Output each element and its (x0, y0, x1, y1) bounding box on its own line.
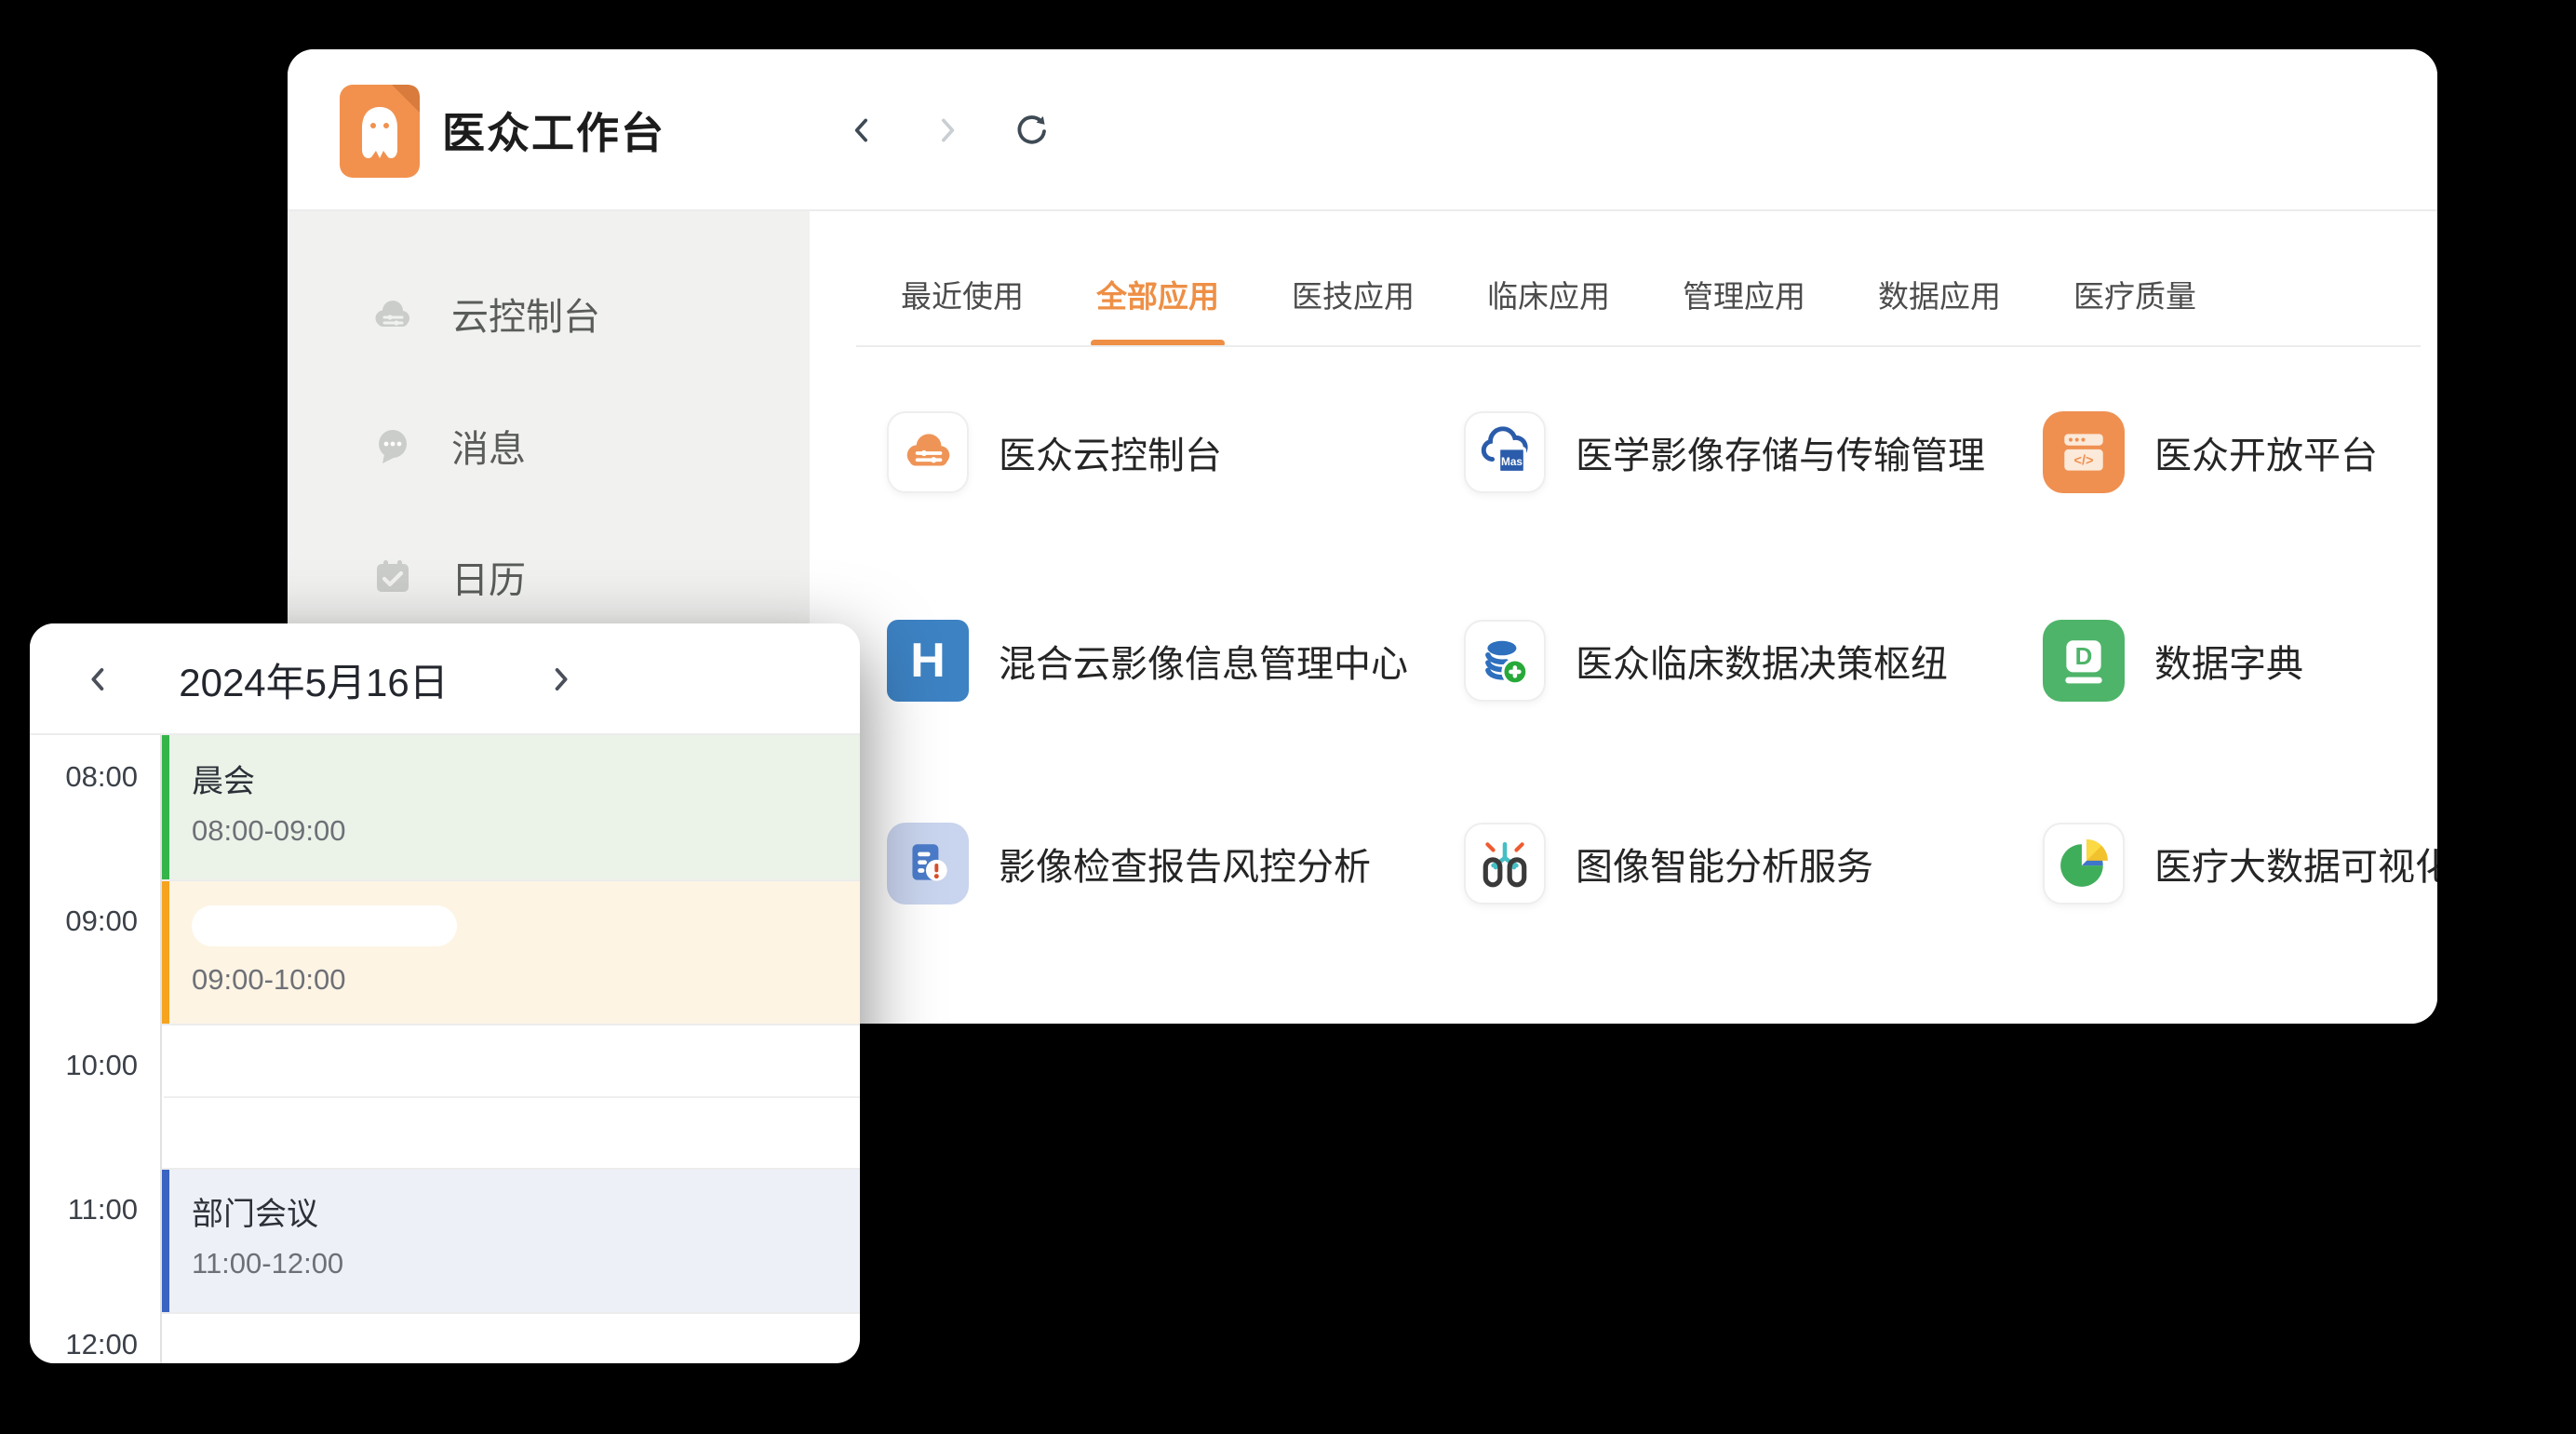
chevron-right-icon (931, 114, 962, 146)
app-category-tabs: 最近使用 全部应用 医技应用 临床应用 管理应用 数据应用 医疗质量 (901, 254, 2419, 334)
calendar-next-button[interactable] (540, 659, 581, 700)
event-title-redacted-pill (192, 905, 457, 946)
app-name: 影像检查报告风控分析 (999, 837, 1371, 891)
tab-clinical-apps[interactable]: 临床应用 (1487, 272, 1610, 316)
app-open-platform[interactable]: </> 医众开放平台 (2043, 411, 2378, 493)
report-alert-icon (901, 837, 955, 891)
app-name: 图像智能分析服务 (1576, 837, 1873, 891)
sidebar-item-label: 云控制台 (451, 287, 600, 341)
forward-button[interactable] (926, 110, 967, 151)
sidebar-item-calendar[interactable]: 日历 (369, 549, 526, 605)
time-label: 09:00 (35, 905, 138, 938)
dictionary-book-icon: D (2057, 634, 2111, 688)
calendar-header: 2024年5月16日 (30, 623, 860, 735)
app-name: 医疗大数据可视化 (2154, 837, 2437, 891)
event-title: 部门会议 (192, 1188, 860, 1234)
app-image-ai-analysis[interactable]: 图像智能分析服务 (1464, 823, 1873, 905)
chevron-right-icon (543, 663, 577, 696)
app-cloud-console[interactable]: 医众云控制台 (887, 411, 1222, 493)
event-time: 08:00-09:00 (192, 814, 860, 848)
event-color-bar (162, 735, 169, 879)
app-name: 医众云控制台 (999, 425, 1222, 479)
code-window-icon: </> (2057, 425, 2111, 479)
sidebar-item-label: 日历 (451, 550, 526, 604)
event-title: 晨会 (192, 756, 860, 801)
refresh-button[interactable] (1010, 110, 1051, 151)
calendar-date-title: 2024年5月16日 (160, 623, 467, 735)
app-pacs[interactable]: Mas 医学影像存储与传输管理 (1464, 411, 1985, 493)
tab-recent[interactable]: 最近使用 (901, 272, 1024, 316)
svg-text:D: D (2075, 644, 2093, 670)
calendar-event-department-meeting[interactable]: 部门会议 11:00-12:00 (162, 1168, 860, 1312)
orange-cloud-sliders-icon (901, 425, 955, 479)
app-name: 数据字典 (2154, 634, 2303, 688)
back-button[interactable] (842, 110, 883, 151)
tab-quality[interactable]: 医疗质量 (2073, 272, 2196, 316)
window-title: 医众工作台 (442, 49, 665, 211)
calendar-event-redacted[interactable]: 09:00-10:00 (162, 879, 860, 1024)
screenshot-stage: 医众工作台 (0, 0, 2576, 1434)
time-label: 11:00 (35, 1193, 138, 1226)
browser-nav (842, 49, 1051, 211)
event-color-bar (162, 879, 169, 1024)
calendar-day-grid: 晨会 08:00-09:00 09:00-10:00 部门会议 11:00-12… (30, 735, 860, 1363)
pie-chart-icon (2057, 837, 2111, 891)
time-label: 12:00 (35, 1328, 138, 1361)
app-name: 医众临床数据决策枢纽 (1576, 634, 1948, 688)
time-label: 10:00 (35, 1049, 138, 1082)
svg-text:</>: </> (2074, 453, 2094, 468)
app-name: 混合云影像信息管理中心 (999, 634, 1408, 688)
svg-text:Mas: Mas (1501, 456, 1523, 468)
letter-h-icon: H (887, 620, 969, 702)
half-hour-gridline (164, 1096, 860, 1098)
app-name: 医学影像存储与传输管理 (1576, 425, 1985, 479)
refresh-icon (1012, 112, 1049, 149)
chevron-left-icon (847, 114, 879, 146)
calendar-check-icon (369, 556, 416, 598)
tabs-divider (856, 345, 2421, 347)
event-time: 11:00-12:00 (192, 1247, 860, 1280)
app-name: 医众开放平台 (2154, 425, 2378, 479)
message-bubble-icon (369, 424, 416, 467)
calendar-popup: 2024年5月16日 晨会 08:00-09:00 09:00-10:00 (30, 623, 860, 1363)
blue-cloud-mas-icon: Mas (1477, 424, 1533, 480)
app-data-dictionary[interactable]: D 数据字典 (2043, 620, 2303, 702)
app-logo-icon (340, 85, 420, 178)
event-time: 09:00-10:00 (192, 963, 860, 997)
database-plus-icon (1478, 634, 1532, 688)
app-clinical-data-hub[interactable]: 医众临床数据决策枢纽 (1464, 620, 1948, 702)
tab-all-apps[interactable]: 全部应用 (1096, 272, 1219, 316)
content-area: 最近使用 全部应用 医技应用 临床应用 管理应用 数据应用 医疗质量 (810, 211, 2437, 1024)
app-hybrid-cloud-imaging[interactable]: H 混合云影像信息管理中心 (887, 620, 1408, 702)
tab-medtech-apps[interactable]: 医技应用 (1292, 272, 1415, 316)
calendar-event-morning-meeting[interactable]: 晨会 08:00-09:00 (162, 735, 860, 879)
sidebar-item-messages[interactable]: 消息 (369, 418, 526, 474)
calendar-prev-button[interactable] (78, 659, 119, 700)
lungs-icon (1478, 837, 1532, 891)
time-gutter: 08:00 09:00 10:00 11:00 12:00 (30, 735, 162, 1363)
sidebar-item-cloud-console[interactable]: 云控制台 (369, 286, 600, 342)
sidebar-item-label: 消息 (451, 419, 526, 473)
chevron-left-icon (82, 663, 115, 696)
cloud-sliders-icon (369, 292, 416, 335)
time-label: 08:00 (35, 760, 138, 794)
tab-data-apps[interactable]: 数据应用 (1878, 272, 2001, 316)
event-color-bar (162, 1168, 169, 1312)
tab-management-apps[interactable]: 管理应用 (1683, 272, 1805, 316)
app-report-risk-analysis[interactable]: 影像检查报告风控分析 (887, 823, 1371, 905)
window-header: 医众工作台 (288, 49, 2437, 211)
app-bigdata-visualization[interactable]: 医疗大数据可视化 (2043, 823, 2437, 905)
